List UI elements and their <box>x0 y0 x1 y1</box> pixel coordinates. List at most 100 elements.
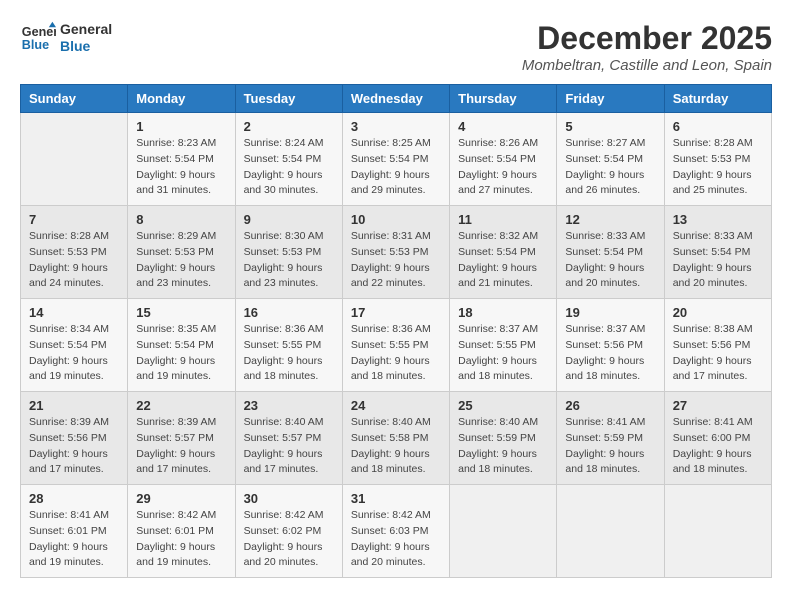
calendar-cell: 17Sunrise: 8:36 AMSunset: 5:55 PMDayligh… <box>342 299 449 392</box>
calendar-cell: 29 Sunrise: 8:42 AMSunset: 6:01 PMDayligh… <box>128 485 235 578</box>
day-number: 11 <box>458 212 548 227</box>
day-number: 15 <box>136 305 226 320</box>
calendar-cell: 9Sunrise: 8:30 AMSunset: 5:53 PMDaylight… <box>235 206 342 299</box>
calendar-cell: 31Sunrise: 8:42 AMSunset: 6:03 PMDayligh… <box>342 485 449 578</box>
calendar-cell <box>21 113 128 206</box>
calendar-cell: 4Sunrise: 8:26 AMSunset: 5:54 PMDaylight… <box>450 113 557 206</box>
day-info: Sunrise: 8:41 AMSunset: 6:01 PMDaylight:… <box>29 508 119 571</box>
day-number: 14 <box>29 305 119 320</box>
day-number: 17 <box>351 305 441 320</box>
day-number: 5 <box>565 119 655 134</box>
day-number: 7 <box>29 212 119 227</box>
calendar-cell <box>450 485 557 578</box>
calendar-cell: 28Sunrise: 8:41 AMSunset: 6:01 PMDayligh… <box>21 485 128 578</box>
calendar-cell: 23 Sunrise: 8:40 AMSunset: 5:57 PMDayligh… <box>235 392 342 485</box>
day-info: Sunrise: 8:32 AMSunset: 5:54 PMDaylight:… <box>458 229 548 292</box>
logo-text-general: General <box>60 21 112 38</box>
day-info: Sunrise: 8:40 AMSunset: 5:57 PMDaylight:… <box>244 415 334 478</box>
day-info: Sunrise: 8:37 AMSunset: 5:56 PMDaylight:… <box>565 322 655 385</box>
weekday-header-saturday: Saturday <box>664 85 771 113</box>
day-number: 27 <box>673 398 763 413</box>
day-info: Sunrise: 8:27 AMSunset: 5:54 PMDaylight:… <box>565 136 655 199</box>
day-number: 12 <box>565 212 655 227</box>
calendar-cell: 27 Sunrise: 8:41 AMSunset: 6:00 PMDayligh… <box>664 392 771 485</box>
calendar-cell: 12 Sunrise: 8:33 AMSunset: 5:54 PMDayligh… <box>557 206 664 299</box>
day-number: 20 <box>673 305 763 320</box>
day-number: 10 <box>351 212 441 227</box>
day-number: 13 <box>673 212 763 227</box>
day-number: 3 <box>351 119 441 134</box>
calendar-week-4: 21Sunrise: 8:39 AMSunset: 5:56 PMDayligh… <box>21 392 772 485</box>
calendar-cell: 14 Sunrise: 8:34 AMSunset: 5:54 PMDayligh… <box>21 299 128 392</box>
day-info: Sunrise: 8:28 AMSunset: 5:53 PMDaylight:… <box>29 229 119 292</box>
day-info: Sunrise: 8:40 AMSunset: 5:58 PMDaylight:… <box>351 415 441 478</box>
calendar-week-3: 14 Sunrise: 8:34 AMSunset: 5:54 PMDayligh… <box>21 299 772 392</box>
calendar-week-2: 7 Sunrise: 8:28 AMSunset: 5:53 PMDaylight… <box>21 206 772 299</box>
day-info: Sunrise: 8:33 AMSunset: 5:54 PMDaylight:… <box>565 229 655 292</box>
calendar-cell: 24Sunrise: 8:40 AMSunset: 5:58 PMDayligh… <box>342 392 449 485</box>
weekday-header-monday: Monday <box>128 85 235 113</box>
calendar-cell: 11 Sunrise: 8:32 AMSunset: 5:54 PMDayligh… <box>450 206 557 299</box>
day-number: 2 <box>244 119 334 134</box>
day-info: Sunrise: 8:42 AMSunset: 6:01 PMDaylight:… <box>136 508 226 571</box>
calendar-cell: 21Sunrise: 8:39 AMSunset: 5:56 PMDayligh… <box>21 392 128 485</box>
day-info: Sunrise: 8:39 AMSunset: 5:57 PMDaylight:… <box>136 415 226 478</box>
day-info: Sunrise: 8:36 AMSunset: 5:55 PMDaylight:… <box>244 322 334 385</box>
day-info: Sunrise: 8:29 AMSunset: 5:53 PMDaylight:… <box>136 229 226 292</box>
calendar-cell: 22 Sunrise: 8:39 AMSunset: 5:57 PMDayligh… <box>128 392 235 485</box>
calendar-cell: 3 Sunrise: 8:25 AMSunset: 5:54 PMDaylight… <box>342 113 449 206</box>
calendar-cell: 6 Sunrise: 8:28 AMSunset: 5:53 PMDaylight… <box>664 113 771 206</box>
day-number: 9 <box>244 212 334 227</box>
calendar-cell: 26 Sunrise: 8:41 AMSunset: 5:59 PMDayligh… <box>557 392 664 485</box>
day-info: Sunrise: 8:42 AMSunset: 6:02 PMDaylight:… <box>244 508 334 571</box>
weekday-header-thursday: Thursday <box>450 85 557 113</box>
day-info: Sunrise: 8:37 AMSunset: 5:55 PMDaylight:… <box>458 322 548 385</box>
day-info: Sunrise: 8:40 AMSunset: 5:59 PMDaylight:… <box>458 415 548 478</box>
calendar-cell: 30Sunrise: 8:42 AMSunset: 6:02 PMDayligh… <box>235 485 342 578</box>
calendar-cell: 19Sunrise: 8:37 AMSunset: 5:56 PMDayligh… <box>557 299 664 392</box>
calendar-week-1: 1 Sunrise: 8:23 AMSunset: 5:54 PMDaylight… <box>21 113 772 206</box>
weekday-header-friday: Friday <box>557 85 664 113</box>
calendar-cell: 20Sunrise: 8:38 AMSunset: 5:56 PMDayligh… <box>664 299 771 392</box>
day-number: 23 <box>244 398 334 413</box>
day-number: 26 <box>565 398 655 413</box>
day-number: 16 <box>244 305 334 320</box>
day-number: 29 <box>136 491 226 506</box>
calendar-cell: 10 Sunrise: 8:31 AMSunset: 5:53 PMDayligh… <box>342 206 449 299</box>
location-subtitle: Mombeltran, Castille and Leon, Spain <box>522 57 772 74</box>
calendar-week-5: 28Sunrise: 8:41 AMSunset: 6:01 PMDayligh… <box>21 485 772 578</box>
page-header: General Blue General Blue December 2025 … <box>20 20 772 74</box>
day-info: Sunrise: 8:31 AMSunset: 5:53 PMDaylight:… <box>351 229 441 292</box>
logo-text-blue: Blue <box>60 38 112 55</box>
weekday-header-row: SundayMondayTuesdayWednesdayThursdayFrid… <box>21 85 772 113</box>
day-info: Sunrise: 8:23 AMSunset: 5:54 PMDaylight:… <box>136 136 226 199</box>
title-block: December 2025 Mombeltran, Castille and L… <box>522 20 772 74</box>
day-info: Sunrise: 8:35 AMSunset: 5:54 PMDaylight:… <box>136 322 226 385</box>
calendar-cell: 2 Sunrise: 8:24 AMSunset: 5:54 PMDaylight… <box>235 113 342 206</box>
day-number: 6 <box>673 119 763 134</box>
day-info: Sunrise: 8:42 AMSunset: 6:03 PMDaylight:… <box>351 508 441 571</box>
calendar-cell <box>664 485 771 578</box>
calendar-cell: 5 Sunrise: 8:27 AMSunset: 5:54 PMDaylight… <box>557 113 664 206</box>
calendar-cell: 1 Sunrise: 8:23 AMSunset: 5:54 PMDaylight… <box>128 113 235 206</box>
day-number: 1 <box>136 119 226 134</box>
calendar-cell: 15 Sunrise: 8:35 AMSunset: 5:54 PMDayligh… <box>128 299 235 392</box>
calendar-cell: 25Sunrise: 8:40 AMSunset: 5:59 PMDayligh… <box>450 392 557 485</box>
calendar-cell: 13 Sunrise: 8:33 AMSunset: 5:54 PMDayligh… <box>664 206 771 299</box>
day-info: Sunrise: 8:25 AMSunset: 5:54 PMDaylight:… <box>351 136 441 199</box>
calendar-cell <box>557 485 664 578</box>
weekday-header-wednesday: Wednesday <box>342 85 449 113</box>
day-number: 22 <box>136 398 226 413</box>
calendar-cell: 8Sunrise: 8:29 AMSunset: 5:53 PMDaylight… <box>128 206 235 299</box>
day-info: Sunrise: 8:28 AMSunset: 5:53 PMDaylight:… <box>673 136 763 199</box>
day-info: Sunrise: 8:41 AMSunset: 6:00 PMDaylight:… <box>673 415 763 478</box>
month-year-title: December 2025 <box>522 20 772 57</box>
weekday-header-tuesday: Tuesday <box>235 85 342 113</box>
day-info: Sunrise: 8:33 AMSunset: 5:54 PMDaylight:… <box>673 229 763 292</box>
logo: General Blue General Blue <box>20 20 112 56</box>
day-info: Sunrise: 8:34 AMSunset: 5:54 PMDaylight:… <box>29 322 119 385</box>
calendar-table: SundayMondayTuesdayWednesdayThursdayFrid… <box>20 84 772 578</box>
calendar-cell: 7 Sunrise: 8:28 AMSunset: 5:53 PMDaylight… <box>21 206 128 299</box>
day-info: Sunrise: 8:41 AMSunset: 5:59 PMDaylight:… <box>565 415 655 478</box>
day-info: Sunrise: 8:24 AMSunset: 5:54 PMDaylight:… <box>244 136 334 199</box>
